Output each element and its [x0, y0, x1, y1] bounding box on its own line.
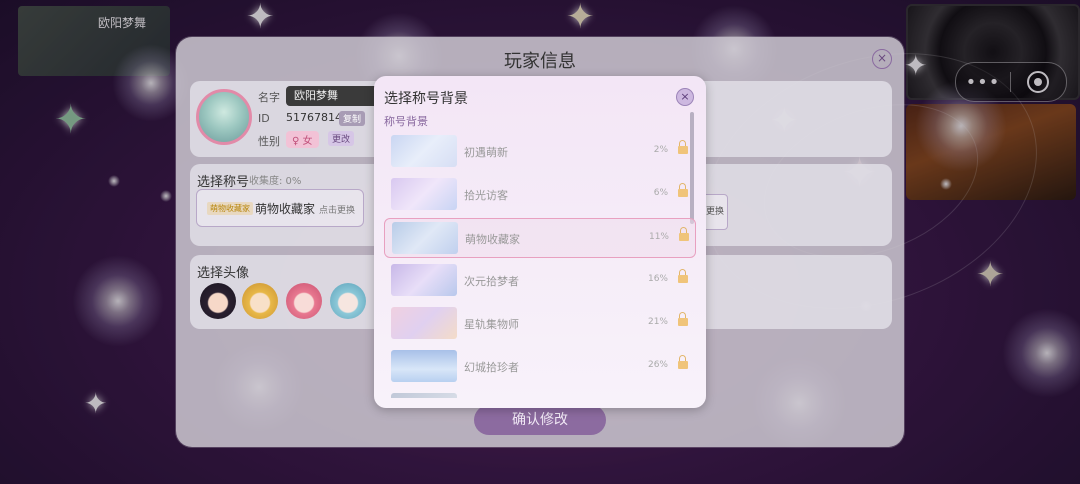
lock-icon	[678, 312, 688, 326]
item-percent: 11%	[648, 232, 669, 242]
lock-icon	[678, 183, 688, 197]
id-label: ID	[258, 112, 270, 125]
avatar-option[interactable]	[286, 283, 322, 319]
item-percent: 16%	[647, 274, 668, 284]
item-name: 次元拾梦者	[464, 275, 519, 288]
background-thumbnail	[391, 350, 457, 382]
item-name: 星轨集物师	[464, 318, 519, 331]
avatar-option[interactable]	[330, 283, 366, 319]
list-item-partial[interactable]	[384, 390, 694, 398]
change-gender-button[interactable]: 更改	[328, 131, 355, 146]
list-item[interactable]: 幻城拾珍者 26%	[384, 347, 694, 385]
avatar-option[interactable]	[200, 283, 236, 319]
background-list: 初遇萌新 2% 拾光访客 6% 萌物收藏家 11% 次元拾梦者 16% 星轨集物…	[384, 132, 696, 398]
modal-subtitle: 称号背景	[384, 115, 428, 128]
id-value: 51767814	[286, 111, 342, 124]
avatar[interactable]	[196, 89, 252, 145]
name-label: 名字	[258, 91, 280, 104]
gender-badge: ♀ 女	[286, 131, 319, 148]
gender-label: 性别	[258, 135, 280, 148]
current-title-name: 萌物收藏家	[255, 202, 316, 216]
item-name: 拾光访客	[464, 189, 508, 202]
item-percent: 21%	[647, 317, 668, 327]
confirm-changes-button[interactable]: 确认修改	[474, 405, 606, 435]
list-item[interactable]: 初遇萌新 2%	[384, 132, 694, 170]
list-item[interactable]: 星轨集物师 21%	[384, 304, 694, 342]
background-thumbnail	[391, 264, 457, 296]
background-thumbnail	[391, 307, 457, 339]
tap-to-change-hint: 点击更换	[319, 206, 356, 216]
copy-id-button[interactable]: 复制	[339, 111, 366, 126]
lock-icon	[678, 269, 688, 283]
modal-title: 选择称号背景	[384, 91, 468, 107]
item-percent: 26%	[647, 360, 668, 370]
name-field[interactable]: 欧阳梦舞	[286, 86, 384, 106]
background-thumbnail	[391, 393, 457, 398]
background-thumbnail	[391, 178, 457, 210]
panel-close-button[interactable]: ×	[872, 49, 892, 69]
select-avatar-heading: 选择头像	[197, 266, 250, 281]
list-item[interactable]: 拾光访客 6%	[384, 175, 694, 213]
avatar-option[interactable]	[242, 283, 278, 319]
lock-icon	[679, 227, 689, 241]
title-badge: 萌物收藏家	[207, 202, 253, 215]
background-thumbnail	[391, 135, 457, 167]
background-thumbnail	[392, 222, 458, 254]
panel-title: 玩家信息	[504, 51, 576, 72]
current-title-selector[interactable]: 萌物收藏家 萌物收藏家 点击更换	[196, 189, 364, 227]
modal-close-button[interactable]: ×	[676, 88, 694, 106]
list-item-selected[interactable]: 萌物收藏家 11%	[384, 218, 696, 258]
item-name: 幻城拾珍者	[464, 361, 519, 374]
item-name: 萌物收藏家	[465, 233, 520, 246]
item-name: 初遇萌新	[464, 146, 508, 159]
select-title-heading: 选择称号	[197, 175, 250, 190]
collect-rate: 收集度: 0%	[249, 176, 302, 187]
list-item[interactable]: 次元拾梦者 16%	[384, 261, 694, 299]
item-percent: 6%	[653, 188, 668, 198]
item-percent: 2%	[653, 145, 668, 155]
title-background-modal: 选择称号背景 × 称号背景 初遇萌新 2% 拾光访客 6% 萌物收藏家 11% …	[374, 76, 706, 408]
lock-icon	[678, 355, 688, 369]
lock-icon	[678, 140, 688, 154]
